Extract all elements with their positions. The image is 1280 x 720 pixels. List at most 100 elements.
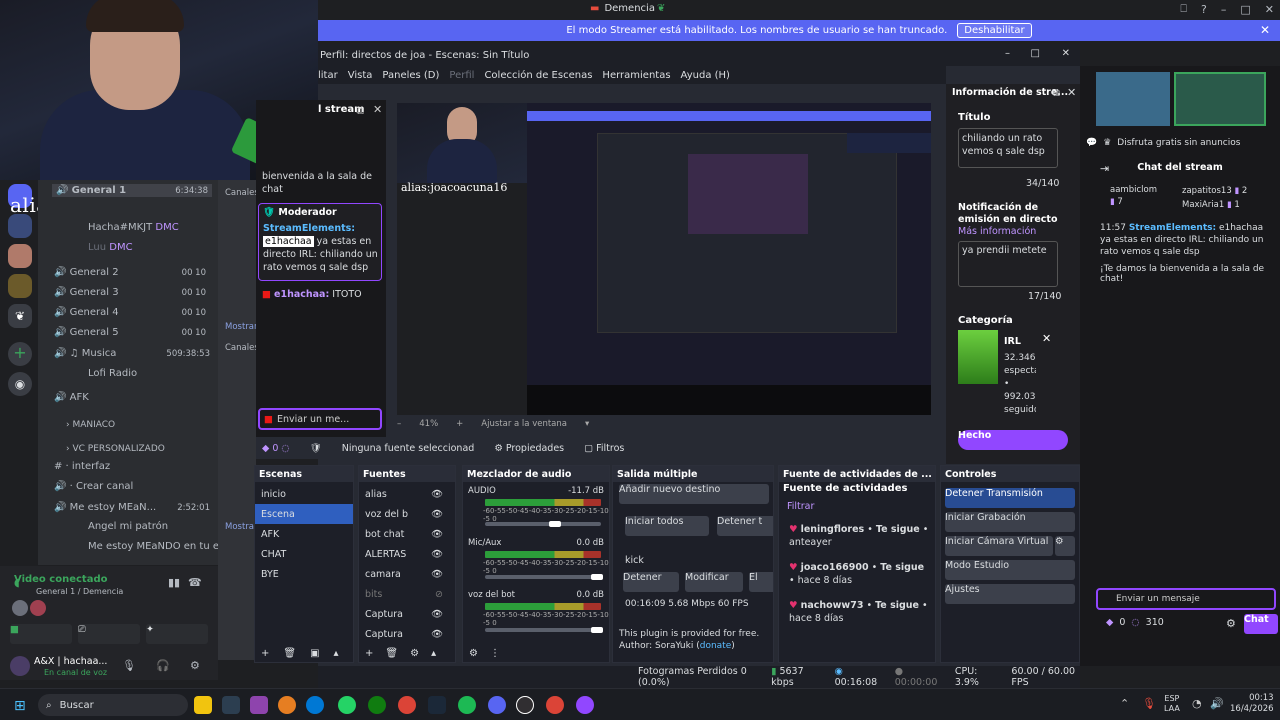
close-button[interactable]: ✕ (1265, 3, 1274, 16)
up-icon[interactable]: ▴ (334, 648, 339, 659)
eye-icon[interactable]: 👁 (431, 509, 443, 520)
create-channel[interactable]: 🔊 · Crear canal (54, 481, 133, 492)
menu-help[interactable]: Ayuda (H) (681, 70, 730, 81)
store-icon[interactable] (222, 696, 240, 714)
close-button[interactable]: ✕ (1062, 48, 1070, 59)
volume-knob[interactable] (549, 521, 561, 527)
stop-stream-button[interactable]: Detener Transmisión (945, 488, 1075, 508)
volume-knob[interactable] (591, 627, 603, 633)
minus-icon[interactable]: – (397, 419, 401, 429)
volume-icon[interactable]: 🔊 (1210, 697, 1224, 710)
scene-item[interactable]: AFK (255, 524, 353, 544)
start-all-button[interactable]: Iniciar todos (625, 516, 709, 536)
start-virtual-camera-button[interactable]: Iniciar Cámara Virtual (945, 536, 1053, 556)
menu-profile[interactable]: Perfil (449, 70, 474, 81)
edge-icon[interactable] (306, 696, 324, 714)
source-item[interactable]: alias 👁 (359, 484, 455, 504)
chat-input[interactable]: Enviar un mensaje (1096, 588, 1276, 610)
done-button[interactable]: Hecho (958, 430, 1068, 450)
channel-musica[interactable]: 🔊 ♫ Musica 509:38:53 (54, 348, 210, 359)
avatar[interactable] (10, 656, 30, 676)
settings-icon[interactable]: ⚙ (1226, 617, 1236, 630)
channel-meando[interactable]: 🔊 Me estoy MEaN... 2:52:01 (54, 502, 210, 513)
more-info-link[interactable]: Más información (958, 226, 1036, 237)
title-input[interactable]: chiliando un rato vemos q sale dsp (958, 128, 1058, 168)
filter-icon[interactable]: ▣ (310, 648, 319, 659)
demencia-server-icon[interactable]: ❦ (8, 304, 32, 328)
channel-general-1[interactable]: 🔊 General 1 6:34:38 (52, 184, 212, 197)
clock[interactable]: 00:13 16/4/2026 (1230, 693, 1274, 715)
server-icon[interactable] (8, 274, 32, 298)
source-item[interactable]: bot chat 👁 (359, 524, 455, 544)
voice-user[interactable]: Me estoy MEaNDO en tu ego (88, 541, 232, 552)
source-item[interactable]: Captura 👁 (359, 624, 455, 644)
server-icon[interactable] (8, 214, 32, 238)
tray-chevron-icon[interactable]: ⌃ (1120, 697, 1129, 710)
microphone-icon[interactable]: 🎙 (122, 659, 136, 672)
steam-icon[interactable] (428, 696, 446, 714)
voice-user[interactable]: Angel mi patrón (88, 521, 168, 532)
close-icon[interactable]: ✕ (1067, 86, 1076, 99)
discord-icon[interactable] (488, 696, 506, 714)
camera-button[interactable]: ■ (10, 624, 72, 644)
stop-destination-button[interactable]: Detener (623, 572, 679, 592)
close-icon[interactable]: ✕ (1260, 23, 1270, 37)
search-box[interactable]: ⌕ Buscar (38, 694, 188, 716)
close-icon[interactable]: ✕ (373, 103, 382, 116)
add-icon[interactable]: + (261, 648, 269, 659)
volume-slider[interactable] (485, 628, 601, 632)
chevron-down-icon[interactable]: ▾ (585, 419, 589, 429)
trash-icon[interactable]: 🗑 (385, 648, 398, 659)
ad-free-text[interactable]: Disfruta gratis sin anuncios (1117, 138, 1240, 148)
obs-preview[interactable]: alias:joacoacuna16 (397, 103, 931, 415)
menu-docks[interactable]: Paneles (D) (382, 70, 439, 81)
up-icon[interactable]: ▴ (431, 648, 436, 659)
maximize-button[interactable]: □ (1031, 48, 1040, 59)
filters-button[interactable]: ▢ Filtros (584, 443, 624, 454)
xbox-icon[interactable] (368, 696, 386, 714)
voice-user[interactable]: Hacha#MKJT DMC (88, 222, 179, 233)
spotify-icon[interactable] (458, 696, 476, 714)
start-recording-button[interactable]: Iniciar Grabación (945, 512, 1075, 532)
menu-tools[interactable]: Herramientas (602, 70, 670, 81)
firefox-icon[interactable] (278, 696, 296, 714)
volume-slider[interactable] (485, 522, 601, 526)
soundboard-icon[interactable]: ▮▮ (168, 576, 180, 589)
add-destination-button[interactable]: Añadir nuevo destino (619, 484, 769, 504)
channel-afk[interactable]: 🔊 AFK (54, 392, 89, 403)
language-indicator[interactable]: ESP LAA (1164, 694, 1180, 714)
chrome-icon[interactable] (398, 696, 416, 714)
settings-icon[interactable]: ⚙ (190, 659, 200, 672)
add-icon[interactable]: + (365, 648, 373, 659)
whatsapp-icon[interactable] (338, 696, 356, 714)
disconnect-icon[interactable]: ☎ (188, 576, 202, 589)
source-item[interactable]: Captura 👁 (359, 604, 455, 624)
donate-link[interactable]: donate (700, 641, 732, 651)
trash-icon[interactable]: 🗑 (283, 648, 296, 659)
app-icon[interactable] (250, 696, 268, 714)
voice-user[interactable]: Luu DMC (88, 242, 133, 253)
popout-icon[interactable]: ⧉ (1052, 86, 1060, 100)
volume-slider[interactable] (485, 575, 601, 579)
eye-icon[interactable]: 👁 (431, 549, 443, 560)
plus-icon[interactable]: + (456, 419, 463, 429)
disable-streamer-button[interactable]: Deshabilitar (957, 23, 1032, 38)
inbox-icon[interactable]: ⎕ (1180, 2, 1187, 16)
source-item[interactable]: camara 👁 (359, 564, 455, 584)
microphone-icon[interactable]: 🎙 (1142, 697, 1156, 710)
eye-icon[interactable]: 👁 (431, 609, 443, 620)
chrome-icon[interactable] (546, 696, 564, 714)
source-item[interactable]: voz del b 👁 (359, 504, 455, 524)
virtual-camera-settings-icon[interactable]: ⚙ (1055, 536, 1075, 556)
bits-icon[interactable]: ◆ (1106, 617, 1113, 628)
eye-icon[interactable]: 👁 (431, 569, 443, 580)
source-item[interactable]: bits ⊘ (359, 584, 455, 604)
windows-start-icon[interactable]: ⊞ (14, 698, 26, 714)
obs-icon[interactable] (516, 696, 534, 714)
eye-icon[interactable]: 👁 (431, 489, 443, 500)
stop-all-button[interactable]: Detener t (717, 516, 773, 536)
channel-general-3[interactable]: 🔊 General 3 00 10 (54, 287, 206, 298)
collapse-icon[interactable]: ⇥ (1100, 162, 1109, 175)
category-vc-personalizado[interactable]: › VC PERSONALIZADO (66, 444, 165, 454)
server-icon[interactable] (8, 244, 32, 268)
